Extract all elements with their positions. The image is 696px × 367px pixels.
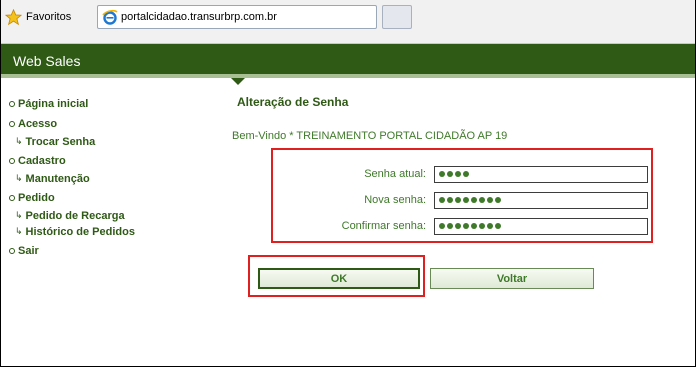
sidebar-item-sair[interactable]: Sair <box>9 244 209 258</box>
password-dot <box>439 196 445 203</box>
sidebar-item-pedido[interactable]: Pedido <box>9 191 209 205</box>
sidebar-item-label: Sair <box>18 245 39 257</box>
password-dot <box>487 196 493 203</box>
app-title: Web Sales <box>13 53 81 69</box>
sidebar-item-pagina-inicial[interactable]: Página inicial <box>9 97 209 111</box>
browser-toolbar: Favoritos portalcidadao.transurbrp.com.b… <box>1 0 695 44</box>
sub-arrow-icon: ↳ <box>15 210 23 220</box>
sub-arrow-icon: ↳ <box>15 173 23 183</box>
password-dot <box>455 196 461 203</box>
confirm-password-input[interactable] <box>434 217 648 235</box>
password-dot <box>463 196 469 203</box>
welcome-message: Bem-Vindo * TREINAMENTO PORTAL CIDADÃO A… <box>232 130 508 142</box>
masked-value <box>439 196 501 203</box>
sidebar-item-label: Acesso <box>18 118 58 130</box>
password-dot <box>463 170 469 177</box>
sidebar-subitem-label: Histórico de Pedidos <box>25 225 135 238</box>
sidebar-menu: Página inicial Acesso ↳ Trocar Senha Cad… <box>9 97 209 262</box>
header-pointer-icon <box>231 78 245 85</box>
password-dot <box>463 222 469 229</box>
password-dot <box>487 222 493 229</box>
current-password-input[interactable] <box>434 165 648 183</box>
password-dot <box>439 222 445 229</box>
password-dot <box>479 222 485 229</box>
sidebar-subitem-label: Manutenção <box>25 172 90 185</box>
page-title: Alteração de Senha <box>237 95 349 109</box>
password-dot <box>447 196 453 203</box>
sidebar-item-label: Cadastro <box>18 155 66 167</box>
masked-value <box>439 222 501 229</box>
sidebar-subitem-label: Trocar Senha <box>25 135 96 148</box>
password-dot <box>479 196 485 203</box>
sidebar-item-acesso[interactable]: Acesso <box>9 117 209 131</box>
new-password-label: Nova senha: <box>364 194 426 206</box>
sub-arrow-icon: ↳ <box>15 136 23 146</box>
app-header: Web Sales <box>1 44 695 78</box>
back-button[interactable]: Voltar <box>430 268 594 289</box>
bullet-icon <box>9 101 15 107</box>
current-password-row: Senha atual: <box>273 164 651 184</box>
sidebar-item-cadastro[interactable]: Cadastro <box>9 154 209 168</box>
browser-tab[interactable]: portalcidadao.transurbrp.com.br <box>97 5 377 29</box>
password-dot <box>447 170 453 177</box>
sidebar-subitem-label: Pedido de Recarga <box>25 209 125 222</box>
sub-arrow-icon: ↳ <box>15 226 23 236</box>
password-dot <box>455 170 461 177</box>
internet-explorer-icon <box>102 9 118 25</box>
masked-value <box>439 170 469 177</box>
new-password-input[interactable] <box>434 191 648 209</box>
password-dot <box>471 196 477 203</box>
password-dot <box>495 222 501 229</box>
favorites-button[interactable]: Favoritos <box>5 6 71 28</box>
password-dot <box>495 196 501 203</box>
bullet-icon <box>9 121 15 127</box>
bullet-icon <box>9 158 15 164</box>
current-password-label: Senha atual: <box>364 168 426 180</box>
sidebar-item-label: Pedido <box>18 192 55 204</box>
new-tab-button[interactable] <box>382 5 412 29</box>
sidebar-item-label: Página inicial <box>18 98 89 110</box>
sidebar-subitem-historico-de-pedidos[interactable]: ↳ Histórico de Pedidos <box>9 225 209 238</box>
password-dot <box>447 222 453 229</box>
confirm-password-label: Confirmar senha: <box>341 220 426 232</box>
bullet-icon <box>9 248 15 254</box>
favorites-star-icon <box>5 8 22 25</box>
bullet-icon <box>9 195 15 201</box>
favorites-label: Favoritos <box>26 11 72 23</box>
ok-button[interactable]: OK <box>258 268 420 289</box>
tab-title: portalcidadao.transurbrp.com.br <box>121 11 277 23</box>
sidebar-subitem-trocar-senha[interactable]: ↳ Trocar Senha <box>9 135 209 148</box>
password-dot <box>439 170 445 177</box>
sidebar-subitem-manutencao[interactable]: ↳ Manutenção <box>9 172 209 185</box>
password-dot <box>455 222 461 229</box>
sidebar-subitem-pedido-de-recarga[interactable]: ↳ Pedido de Recarga <box>9 209 209 222</box>
new-password-row: Nova senha: <box>273 190 651 210</box>
form-highlight-box: Senha atual: Nova senha: Confirmar senha… <box>271 148 653 243</box>
confirm-password-row: Confirmar senha: <box>273 216 651 236</box>
password-dot <box>471 222 477 229</box>
